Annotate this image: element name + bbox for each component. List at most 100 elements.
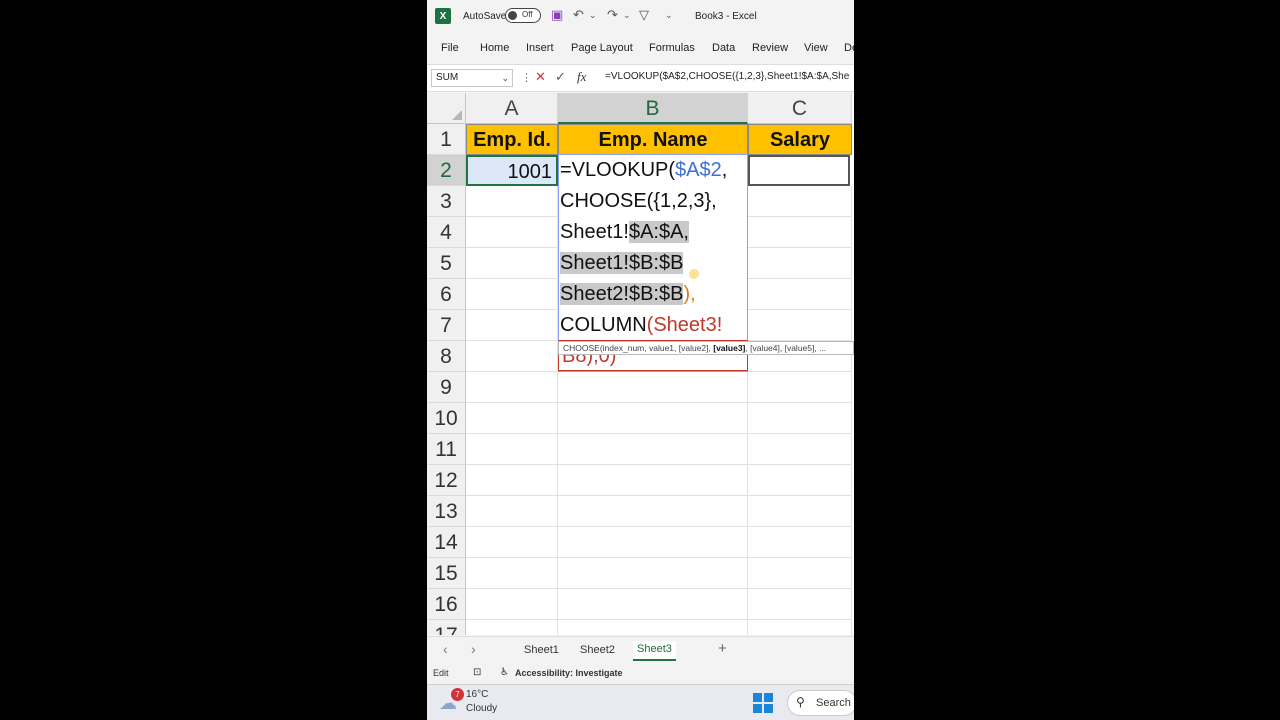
tooltip-current-arg[interactable]: [value3] [713,343,745,353]
empty-cell[interactable] [466,248,558,279]
row-header-13[interactable]: 13 [427,496,466,527]
accessibility-status[interactable]: Accessibility: Investigate [515,668,623,678]
add-sheet-icon[interactable]: + [718,640,727,657]
empty-cell[interactable] [748,527,852,558]
tab-sheet2[interactable]: Sheet2 [580,644,615,656]
tab-data[interactable]: Data [712,42,735,54]
empty-cell[interactable] [466,341,558,372]
row-header-10[interactable]: 10 [427,403,466,434]
empty-cell[interactable] [466,310,558,341]
save-icon[interactable]: ▣ [551,7,563,23]
weather-condition[interactable]: Cloudy [466,703,497,714]
empty-cell[interactable] [466,403,558,434]
empty-cell[interactable] [558,527,748,558]
function-tooltip[interactable]: CHOOSE(index_num, value1, [value2], [val… [558,341,854,355]
column-header-a[interactable]: A [466,93,558,124]
empty-cell[interactable] [466,465,558,496]
row-header-5[interactable]: 5 [427,248,466,279]
accessibility-icon[interactable]: ♿ [500,667,509,678]
more-options-icon[interactable]: ⋮ [521,71,532,84]
undo-dropdown-icon[interactable]: ⌄ [589,10,597,21]
redo-icon[interactable]: ↷ [607,7,618,23]
row-header-1[interactable]: 1 [427,124,466,155]
row-header-15[interactable]: 15 [427,558,466,589]
empty-cell[interactable] [558,589,748,620]
empty-cell[interactable] [558,496,748,527]
cell-a1[interactable]: Emp. Id. [466,124,558,155]
cell-c1[interactable]: Salary [748,124,852,155]
select-all-button[interactable] [427,93,466,124]
filter-icon[interactable]: ▽ [639,7,649,23]
tab-file[interactable]: File [441,42,459,54]
tab-sheet3[interactable]: Sheet3 [633,641,676,661]
cell-c2[interactable] [748,155,850,186]
row-header-11[interactable]: 11 [427,434,466,465]
row-header-16[interactable]: 16 [427,589,466,620]
empty-cell[interactable] [748,403,852,434]
taskbar-search[interactable]: ⚲ Search [787,690,854,716]
formula-input[interactable]: =VLOOKUP($A$2,CHOOSE({1,2,3},Sheet1!$A:$… [605,71,854,82]
macro-record-icon[interactable]: ⊡ [473,667,481,678]
empty-cell[interactable] [466,589,558,620]
temperature[interactable]: 16°C [466,689,488,700]
prev-sheet-icon[interactable]: ‹ [443,641,448,657]
empty-cell[interactable] [558,558,748,589]
empty-cell[interactable] [466,434,558,465]
empty-cell[interactable] [466,217,558,248]
empty-cell[interactable] [748,589,852,620]
row-header-6[interactable]: 6 [427,279,466,310]
name-box[interactable]: SUM ⌄ [431,69,513,87]
empty-cell[interactable] [748,372,852,403]
empty-cell[interactable] [748,558,852,589]
undo-icon[interactable]: ↶ [573,7,584,23]
empty-cell[interactable] [558,403,748,434]
customize-toolbar-icon[interactable]: ⌄ [665,10,673,21]
empty-cell[interactable] [748,434,852,465]
empty-cell[interactable] [466,186,558,217]
row-header-4[interactable]: 4 [427,217,466,248]
tab-formulas[interactable]: Formulas [649,42,695,54]
tab-insert[interactable]: Insert [526,42,554,54]
autosave-toggle[interactable]: Off [505,8,541,23]
empty-cell[interactable] [748,248,852,279]
empty-cell[interactable] [748,186,852,217]
row-header-2[interactable]: 2 [427,155,466,186]
row-header-8[interactable]: 8 [427,341,466,372]
tab-view[interactable]: View [804,42,828,54]
empty-cell[interactable] [466,279,558,310]
next-sheet-icon[interactable]: › [471,641,476,657]
row-header-7[interactable]: 7 [427,310,466,341]
empty-cell[interactable] [466,527,558,558]
cancel-icon[interactable]: ✕ [535,69,546,85]
empty-cell[interactable] [748,620,852,635]
tab-review[interactable]: Review [752,42,788,54]
empty-cell[interactable] [466,372,558,403]
tab-sheet1[interactable]: Sheet1 [524,644,559,656]
empty-cell[interactable] [748,465,852,496]
row-header-14[interactable]: 14 [427,527,466,558]
empty-cell[interactable] [748,217,852,248]
empty-cell[interactable] [466,558,558,589]
redo-dropdown-icon[interactable]: ⌄ [623,10,631,21]
row-header-12[interactable]: 12 [427,465,466,496]
empty-cell[interactable] [558,372,748,403]
enter-icon[interactable]: ✓ [555,69,566,85]
tab-page-layout[interactable]: Page Layout [571,42,633,54]
column-header-c[interactable]: C [748,93,852,124]
cell-a2[interactable]: 1001 [466,155,558,186]
insert-function-icon[interactable]: fx [577,69,586,85]
empty-cell[interactable] [558,434,748,465]
empty-cell[interactable] [748,279,852,310]
column-header-b[interactable]: B [558,93,748,124]
empty-cell[interactable] [558,620,748,635]
empty-cell[interactable] [466,496,558,527]
tab-home[interactable]: Home [480,42,509,54]
empty-cell[interactable] [558,465,748,496]
empty-cell[interactable] [748,496,852,527]
row-header-17[interactable]: 17 [427,620,466,635]
chevron-down-icon[interactable]: ⌄ [501,70,509,86]
row-header-3[interactable]: 3 [427,186,466,217]
row-header-9[interactable]: 9 [427,372,466,403]
tab-developer[interactable]: De [844,42,854,54]
empty-cell[interactable] [466,620,558,635]
